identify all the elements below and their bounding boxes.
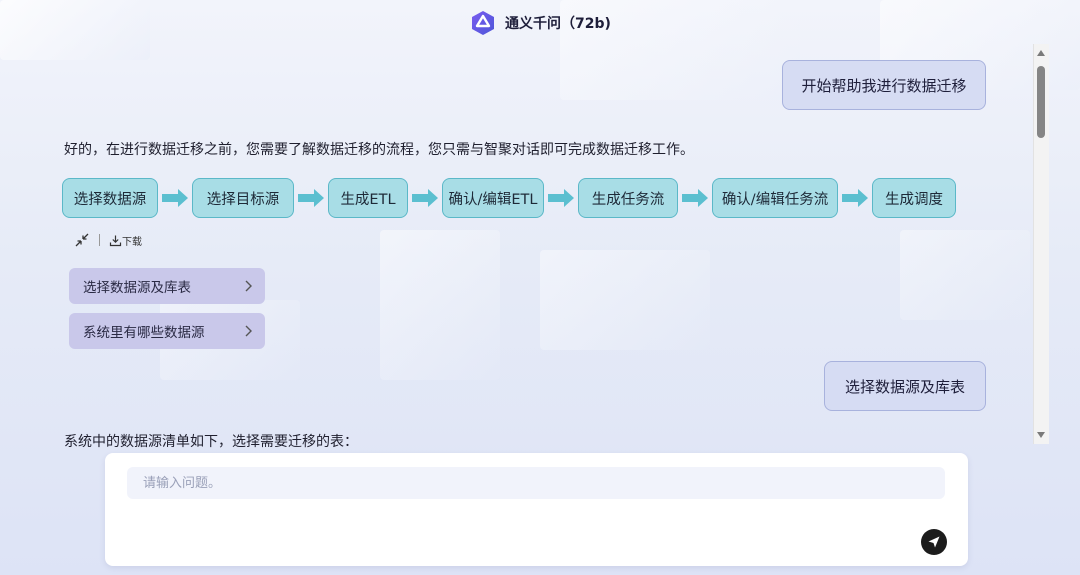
flow-step: 生成调度 [872,178,956,218]
send-icon [928,536,940,548]
migration-flow: 选择数据源 选择目标源 生成ETL 确认/编辑ETL 生成任务流 确认/编辑任务… [62,178,956,218]
scroll-thumb[interactable] [1037,66,1045,138]
arrow-right-icon [682,189,708,207]
arrow-right-icon [298,189,324,207]
send-button[interactable] [921,529,947,555]
app-header: 通义千问（72b) [0,6,1080,40]
download-icon [109,235,122,246]
chat-area[interactable]: 开始帮助我进行数据迁移 好的，在进行数据迁移之前，您需要了解数据迁移的流程，您只… [0,44,1030,450]
chevron-right-icon [245,280,252,292]
scroll-up-icon[interactable] [1037,50,1045,56]
suggestion-label: 系统里有哪些数据源 [83,325,205,341]
download-label: 下载 [122,236,142,248]
scroll-down-icon[interactable] [1037,432,1045,438]
assistant-message: 好的，在进行数据迁移之前，您需要了解数据迁移的流程，您只需与智聚对话即可完成数据… [64,142,694,158]
user-message: 选择数据源及库表 [824,361,986,411]
divider [99,234,100,246]
question-input[interactable] [127,467,945,499]
flow-step: 确认/编辑任务流 [712,178,838,218]
arrow-right-icon [162,189,188,207]
arrow-right-icon [842,189,868,207]
flow-step: 生成ETL [328,178,408,218]
chevron-right-icon [245,325,252,337]
download-button[interactable]: 下载 [109,233,142,248]
suggestion-list-datasources[interactable]: 系统里有哪些数据源 [69,313,265,349]
arrow-right-icon [548,189,574,207]
collapse-icon[interactable] [74,232,90,248]
flow-step: 确认/编辑ETL [442,178,544,218]
app-title: 通义千问（72b) [505,16,611,32]
suggestion-select-datasource[interactable]: 选择数据源及库表 [69,268,265,304]
arrow-right-icon [412,189,438,207]
message-toolbar: 下载 [74,232,142,248]
flow-step: 选择数据源 [62,178,158,218]
input-panel [105,453,968,566]
flow-step: 生成任务流 [578,178,678,218]
suggestion-label: 选择数据源及库表 [83,280,191,296]
chat-scrollbar[interactable] [1033,44,1049,444]
assistant-message: 系统中的数据源清单如下，选择需要迁移的表： [64,434,358,450]
user-message: 开始帮助我进行数据迁移 [782,60,986,110]
flow-step: 选择目标源 [192,178,294,218]
qwen-logo-icon [472,11,495,35]
